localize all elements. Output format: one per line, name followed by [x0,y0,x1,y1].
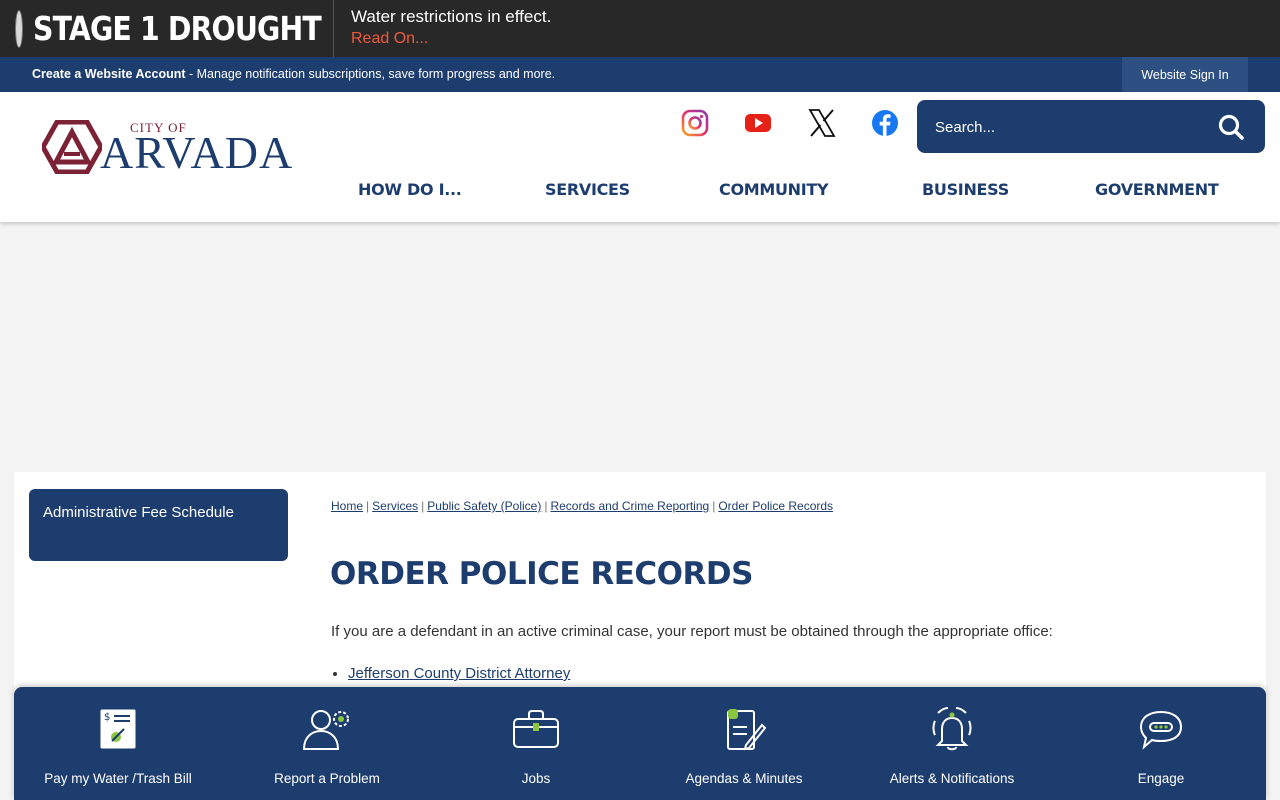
alert-bar: STAGE 1 DROUGHT Water restrictions in ef… [0,0,1280,57]
account-bar-description: - Manage notification subscriptions, sav… [185,67,556,81]
list-item: Jefferson County District Attorney [348,665,570,682]
quick-link-alerts-notifications[interactable]: Alerts & Notifications [848,687,1056,800]
alert-message-block: Water restrictions in effect. Read On... [334,0,551,57]
svg-text:$: $ [104,712,110,723]
administrative-fee-schedule-button[interactable]: Administrative Fee Schedule [29,489,288,561]
breadcrumb: Home | Services | Public Safety (Police) | Rec… [331,499,833,513]
quick-link-label: Pay my Water /Trash Bill [44,771,192,786]
breadcrumb-separator: | [544,499,548,513]
breadcrumb-records[interactable]: Records and Crime Reporting [550,499,709,513]
website-sign-in-button[interactable]: Website Sign In [1122,57,1248,92]
nav-business[interactable]: BUSINESS [922,180,1009,199]
arvada-logo[interactable]: CITY OF ARVADA [42,120,294,178]
bill-icon: $ [99,708,137,750]
chat-bubble-icon [1139,710,1183,750]
quick-link-report-problem[interactable]: Report a Problem [223,687,431,800]
site-header: CITY OF ARVADA HOW DO I... [0,92,1280,222]
x-icon[interactable] [807,108,837,138]
youtube-icon[interactable] [743,108,773,138]
breadcrumb-separator: | [421,499,425,513]
search-box [917,100,1265,153]
search-icon[interactable] [1217,113,1245,141]
breadcrumb-public-safety[interactable]: Public Safety (Police) [427,499,541,513]
nav-services[interactable]: SERVICES [545,180,630,199]
quick-link-label: Alerts & Notifications [889,771,1015,786]
alert-message: Water restrictions in effect. [351,7,552,26]
person-gear-icon [303,710,349,750]
breadcrumb-order-police-records[interactable]: Order Police Records [718,499,833,513]
account-bar: Create a Website Account - Manage notifi… [0,57,1280,92]
nav-how-do-i[interactable]: HOW DO I... [358,180,462,199]
nav-community[interactable]: COMMUNITY [719,180,829,199]
search-input[interactable] [935,116,1195,138]
breadcrumb-separator: | [712,499,716,513]
logo-city-name: ARVADA [100,127,294,178]
nav-government[interactable]: GOVERNMENT [1095,180,1219,199]
breadcrumb-services[interactable]: Services [372,499,418,513]
alert-title: STAGE 1 DROUGHT [33,9,322,48]
quick-link-label: Jobs [521,771,551,786]
jefferson-county-da-link[interactable]: Jefferson County District Attorney [348,665,570,682]
quick-links-bar: $ Pay my Water /Trash Bill Report a Prob… [14,687,1266,800]
document-pen-icon [727,709,767,751]
create-account-link[interactable]: Create a Website Account [32,67,186,81]
alert-red-icon [16,10,22,47]
quick-link-agendas-minutes[interactable]: Agendas & Minutes [640,687,848,800]
office-link-list: Jefferson County District Attorney [348,665,570,682]
alert-read-on-link[interactable]: Read On... [351,28,551,50]
arvada-logo-mark-icon [42,120,102,174]
quick-link-label: Engage [1137,771,1185,786]
quick-link-engage[interactable]: Engage [1057,687,1265,800]
quick-link-label: Agendas & Minutes [685,771,803,786]
facebook-icon[interactable] [870,108,900,138]
briefcase-icon [513,710,559,748]
quick-link-pay-bill[interactable]: $ Pay my Water /Trash Bill [14,687,222,800]
account-bar-text: Create a Website Account - Manage notifi… [32,67,555,81]
alert-title-block: STAGE 1 DROUGHT [0,0,334,57]
quick-link-label: Report a Problem [274,771,380,786]
bell-icon [932,707,972,751]
page-title: ORDER POLICE RECORDS [330,556,753,592]
instagram-icon[interactable] [680,108,710,138]
breadcrumb-home[interactable]: Home [331,499,363,513]
breadcrumb-separator: | [366,499,370,513]
quick-link-jobs[interactable]: Jobs [432,687,640,800]
intro-text: If you are a defendant in an active crim… [331,623,1053,640]
